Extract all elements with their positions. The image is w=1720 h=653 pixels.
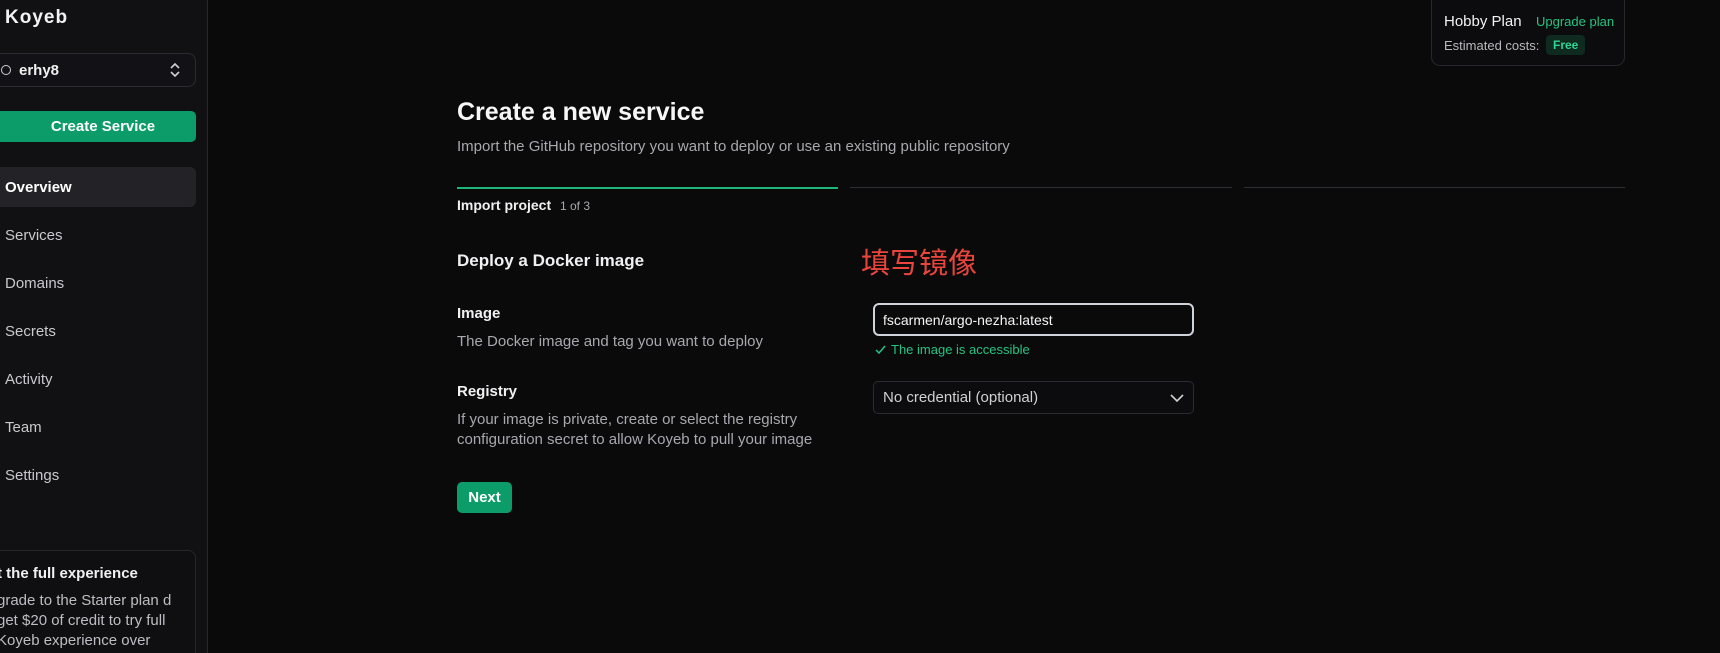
nav-item-domains[interactable]: Domains — [0, 263, 196, 303]
chevron-down-icon — [1170, 394, 1184, 403]
estimated-costs-label: Estimated costs: — [1444, 38, 1540, 53]
page-title: Create a new service — [457, 98, 705, 126]
checkmark-icon — [875, 345, 886, 354]
step-count: 1 of 3 — [560, 199, 591, 213]
plan-card: Hobby Plan Upgrade plan Estimated costs:… — [1431, 0, 1625, 66]
annotation-label: 填写镜像 — [861, 246, 978, 280]
step-2-progress — [850, 187, 1232, 188]
image-status-text: The image is accessible — [891, 342, 1030, 357]
upgrade-promo-card: t the full experience grade to the Start… — [0, 550, 196, 653]
registry-help-text: If your image is private, create or sele… — [457, 411, 813, 448]
chevron-up-down-icon — [170, 62, 180, 78]
nav-item-services[interactable]: Services — [0, 215, 196, 255]
create-service-button[interactable]: Create Service — [0, 111, 196, 142]
nav-item-team[interactable]: Team — [0, 407, 196, 447]
nav-item-secrets[interactable]: Secrets — [0, 311, 196, 351]
plan-name: Hobby Plan — [1444, 13, 1522, 30]
koyeb-logo[interactable]: Koyeb — [5, 7, 68, 29]
image-status: The image is accessible — [875, 342, 1030, 357]
organization-selector[interactable]: erhy8 — [0, 53, 196, 87]
nav-item-overview[interactable]: Overview — [0, 167, 196, 207]
promo-text: grade to the Starter plan d get $20 of c… — [0, 592, 172, 649]
org-name: erhy8 — [19, 61, 60, 79]
image-input[interactable] — [873, 303, 1194, 336]
step-1-progress — [457, 187, 838, 189]
image-help-text: The Docker image and tag you want to dep… — [457, 333, 764, 350]
registry-selected-value: No credential (optional) — [883, 389, 1039, 406]
next-button[interactable]: Next — [457, 482, 512, 513]
cost-badge: Free — [1546, 35, 1586, 55]
nav-item-settings[interactable]: Settings — [0, 455, 196, 495]
step-3-progress — [1244, 187, 1625, 188]
step-label: Import project — [457, 197, 552, 213]
registry-label: Registry — [457, 383, 518, 400]
org-avatar-icon — [1, 65, 11, 75]
promo-title: t the full experience — [0, 565, 138, 582]
page-subtitle: Import the GitHub repository you want to… — [457, 138, 1010, 155]
sidebar: Koyeb erhy8 Create Service Overview Serv… — [0, 0, 208, 653]
section-title: Deploy a Docker image — [457, 251, 645, 270]
registry-select[interactable]: No credential (optional) — [873, 381, 1194, 414]
image-label: Image — [457, 305, 501, 322]
nav-item-activity[interactable]: Activity — [0, 359, 196, 399]
upgrade-plan-link[interactable]: Upgrade plan — [1536, 14, 1614, 29]
